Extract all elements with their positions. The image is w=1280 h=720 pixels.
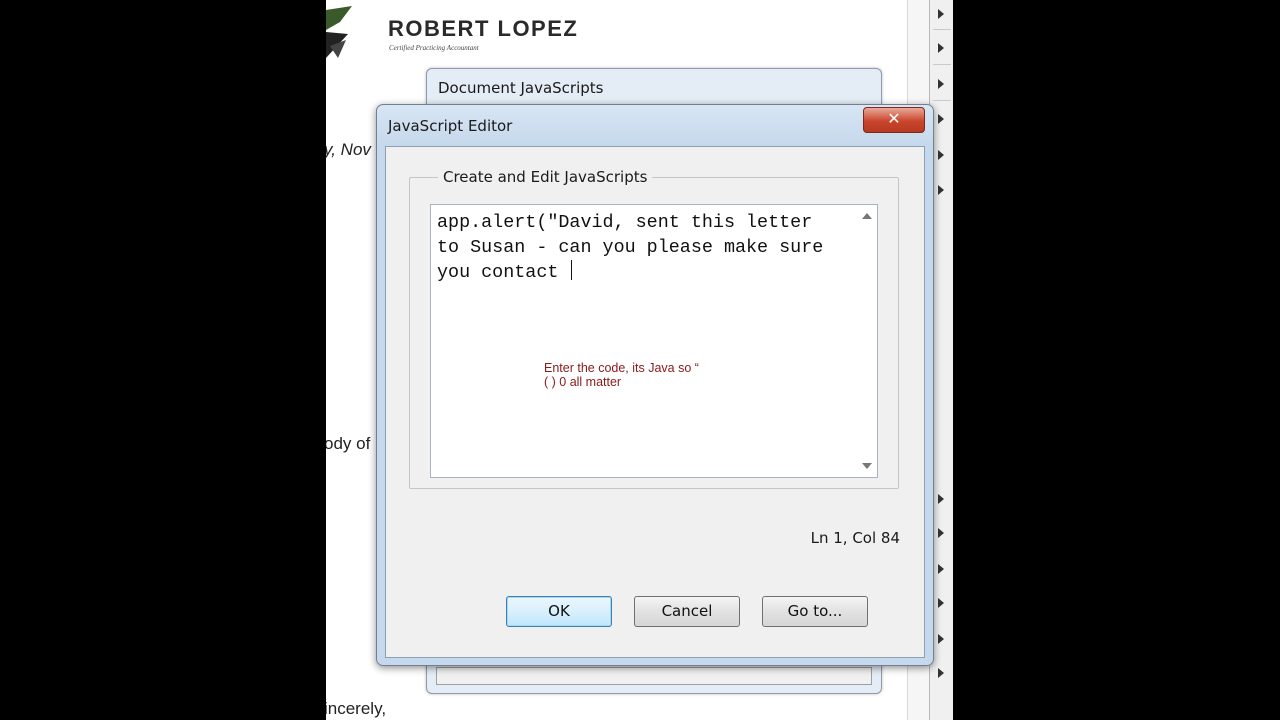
- scroll-up-icon[interactable]: [862, 213, 872, 219]
- code-group: Create and Edit JavaScripts app.alert("D…: [409, 168, 899, 489]
- expand-arrow-icon[interactable]: [938, 43, 944, 53]
- cursor-position: Ln 1, Col 84: [810, 529, 900, 547]
- expand-arrow-icon[interactable]: [938, 79, 944, 89]
- document-viewer: ROBERT LOPEZ Certified Practicing Accoun…: [326, 0, 953, 720]
- group-label: Create and Edit JavaScripts: [438, 168, 653, 186]
- window-panel: [436, 667, 872, 685]
- goto-button[interactable]: Go to...: [762, 596, 868, 627]
- scroll-down-icon[interactable]: [862, 463, 872, 469]
- expand-arrow-icon[interactable]: [938, 668, 944, 678]
- dialog-body: Create and Edit JavaScripts app.alert("D…: [385, 146, 925, 658]
- expand-arrow-icon[interactable]: [938, 150, 944, 160]
- javascript-editor-dialog: JavaScript Editor ✕ Create and Edit Java…: [376, 104, 934, 666]
- expand-arrow-icon[interactable]: [938, 634, 944, 644]
- document-text-line: ody of: [326, 434, 371, 453]
- expand-arrow-icon[interactable]: [938, 564, 944, 574]
- brand-name: ROBERT LOPEZ: [388, 16, 579, 41]
- expand-arrow-icon[interactable]: [938, 598, 944, 608]
- document-text-line: y, Nov: [326, 140, 371, 159]
- document-text-line: incerely,: [326, 699, 387, 718]
- expand-arrow-icon[interactable]: [938, 494, 944, 504]
- expand-arrow-icon[interactable]: [938, 9, 944, 19]
- code-text: app.alert("David, sent this letter to Su…: [437, 212, 835, 283]
- close-button[interactable]: ✕: [863, 107, 925, 133]
- cancel-button[interactable]: Cancel: [634, 596, 740, 627]
- annotation-line: Enter the code, its Java so “: [544, 361, 699, 375]
- annotation-line: ( ) 0 all matter: [544, 375, 622, 389]
- code-editor[interactable]: app.alert("David, sent this letter to Su…: [430, 204, 878, 478]
- text-caret: [571, 260, 573, 280]
- expand-arrow-icon[interactable]: [938, 114, 944, 124]
- logo-icon: [326, 6, 352, 58]
- expand-arrow-icon[interactable]: [938, 185, 944, 195]
- expand-arrow-icon[interactable]: [938, 528, 944, 538]
- window-title: Document JavaScripts: [438, 79, 604, 97]
- dialog-title: JavaScript Editor: [388, 117, 513, 135]
- brand-subtitle: Certified Practicing Accountant: [389, 44, 479, 52]
- annotation-note: Enter the code, its Java so “ ( ) 0 all …: [544, 361, 699, 389]
- code-scrollbar[interactable]: [855, 205, 877, 477]
- ok-button[interactable]: OK: [506, 596, 612, 627]
